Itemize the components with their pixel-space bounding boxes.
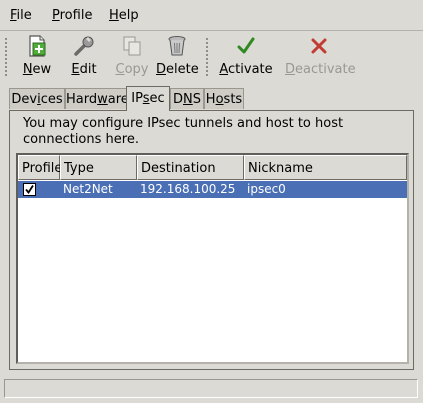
checkbox-check-icon: [25, 185, 34, 195]
menu-file[interactable]: File: [10, 8, 32, 23]
checkmark-icon: [237, 37, 255, 54]
panel-description: You may configure IPsec tunnels and host…: [23, 116, 344, 147]
tab-hardware[interactable]: Hardware: [65, 88, 129, 109]
delete-button[interactable]: Delete: [156, 34, 199, 78]
copy-label: Copy: [115, 62, 149, 77]
toolbar: New Edit Copy Delete Activate Deactivate: [0, 31, 423, 81]
wrench-icon: [74, 36, 94, 56]
tab-dns[interactable]: DNS: [170, 88, 204, 109]
new-label: New: [22, 62, 52, 77]
tab-hosts[interactable]: Hosts: [204, 88, 244, 109]
copy-button[interactable]: Copy: [112, 34, 152, 78]
deactivate-label: Deactivate: [285, 62, 356, 77]
menu-bar: File Profile Help: [0, 0, 423, 31]
edit-label: Edit: [71, 62, 97, 77]
row-destination: 192.168.100.25: [140, 182, 236, 196]
x-icon: [311, 38, 327, 54]
column-header-destination[interactable]: Destination: [137, 155, 244, 180]
ipsec-list[interactable]: Profile Type Destination Nickname Net2Ne…: [16, 153, 409, 364]
menu-help[interactable]: Help: [109, 8, 139, 23]
toolbar-handle[interactable]: [4, 37, 8, 77]
menu-help-mnemonic: H: [109, 8, 119, 23]
column-header-profile[interactable]: Profile: [18, 155, 62, 180]
activate-label: Activate: [219, 62, 273, 77]
toolbar-separator: [205, 37, 209, 77]
row-type: Net2Net: [63, 182, 113, 196]
copy-icon: [123, 36, 141, 56]
status-bar: [4, 379, 418, 398]
trash-icon: [168, 36, 186, 56]
column-header-type[interactable]: Type: [60, 155, 137, 180]
table-row[interactable]: Net2Net 192.168.100.25 ipsec0: [18, 181, 407, 198]
delete-label: Delete: [156, 62, 199, 77]
tab-ipsec[interactable]: IPsec: [126, 86, 170, 111]
menu-profile[interactable]: Profile: [52, 8, 92, 23]
activate-button[interactable]: Activate: [219, 34, 273, 78]
menu-profile-mnemonic: P: [52, 8, 60, 23]
profile-checkbox[interactable]: [23, 183, 36, 196]
tab-devices[interactable]: Devices: [9, 88, 65, 109]
column-header-nickname[interactable]: Nickname: [244, 155, 407, 180]
row-nickname: ipsec0: [247, 182, 286, 196]
deactivate-button[interactable]: Deactivate: [285, 34, 356, 78]
new-icon: [29, 35, 46, 57]
new-button[interactable]: New: [18, 34, 56, 78]
edit-button[interactable]: Edit: [66, 34, 102, 78]
list-header: Profile Type Destination Nickname: [18, 155, 407, 181]
ipsec-panel: You may configure IPsec tunnels and host…: [9, 110, 414, 370]
